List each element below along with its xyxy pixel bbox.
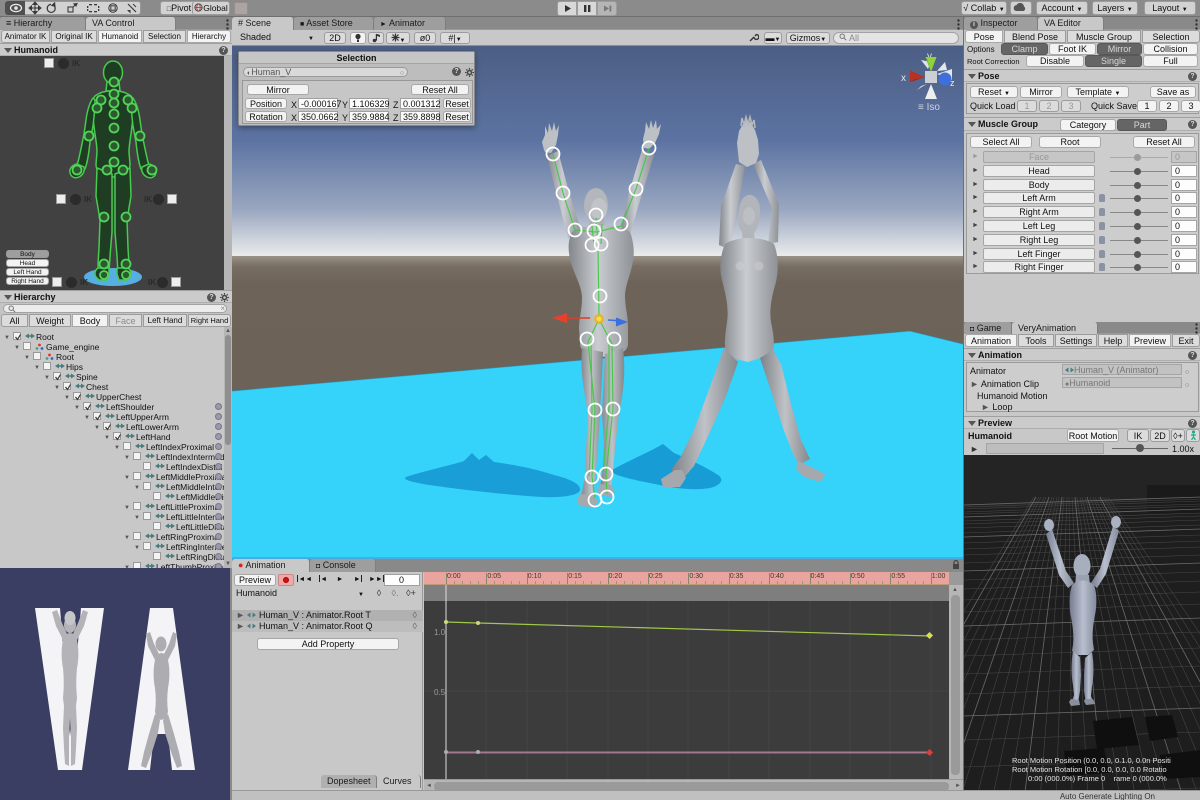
svg-text:x: x	[901, 73, 906, 84]
svg-text:≡ Iso: ≡ Iso	[918, 102, 940, 113]
svg-text:Root Motion Rotation [0.0, 0.0: Root Motion Rotation [0.0, 0.0, 0.0, 0.0…	[1012, 765, 1167, 774]
svg-text:0:00 (000.0%) Frame 0 rame: 0:00 (000.0%) Frame 0 rame 0 (000.0%	[1028, 774, 1167, 783]
svg-text:z: z	[950, 78, 955, 88]
svg-text:0.5: 0.5	[434, 688, 446, 697]
svg-text:1.0: 1.0	[434, 628, 446, 637]
svg-text:Root Motion Position (0.0, 0.0: Root Motion Position (0.0, 0.0, 0.1.0, 0…	[1012, 756, 1171, 765]
